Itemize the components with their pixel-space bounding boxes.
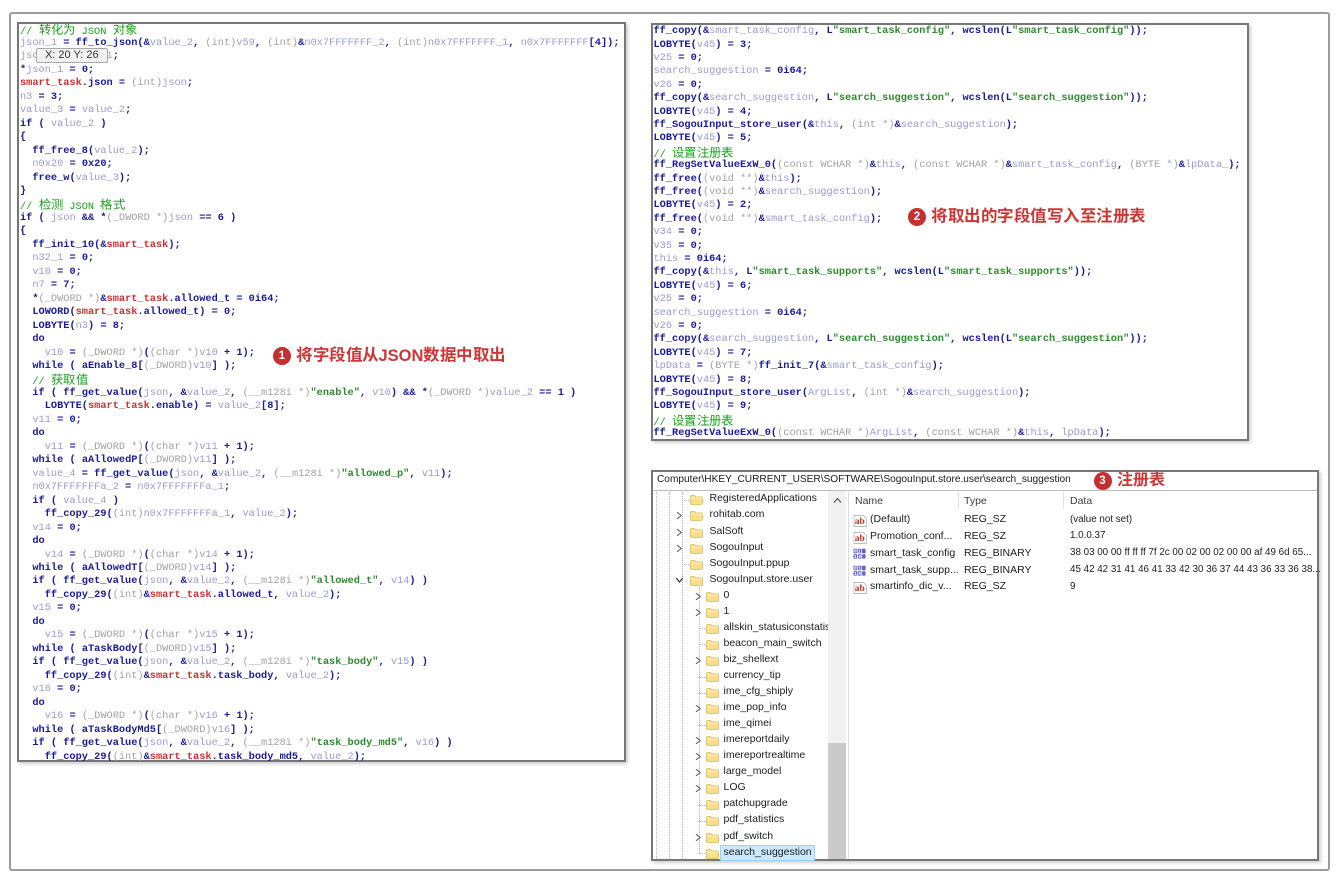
svg-text:0: 0 — [858, 571, 861, 577]
svg-text:ab: ab — [855, 584, 865, 594]
svg-text:ab: ab — [855, 534, 865, 544]
svg-text:0: 0 — [854, 566, 857, 572]
svg-text:1: 1 — [858, 549, 861, 555]
svg-text:ab: ab — [855, 517, 865, 527]
svg-text:0: 0 — [858, 554, 861, 560]
svg-text:1: 1 — [854, 571, 857, 577]
svg-text:1: 1 — [858, 566, 861, 572]
svg-text:0: 0 — [854, 549, 857, 555]
svg-text:1: 1 — [854, 554, 857, 560]
